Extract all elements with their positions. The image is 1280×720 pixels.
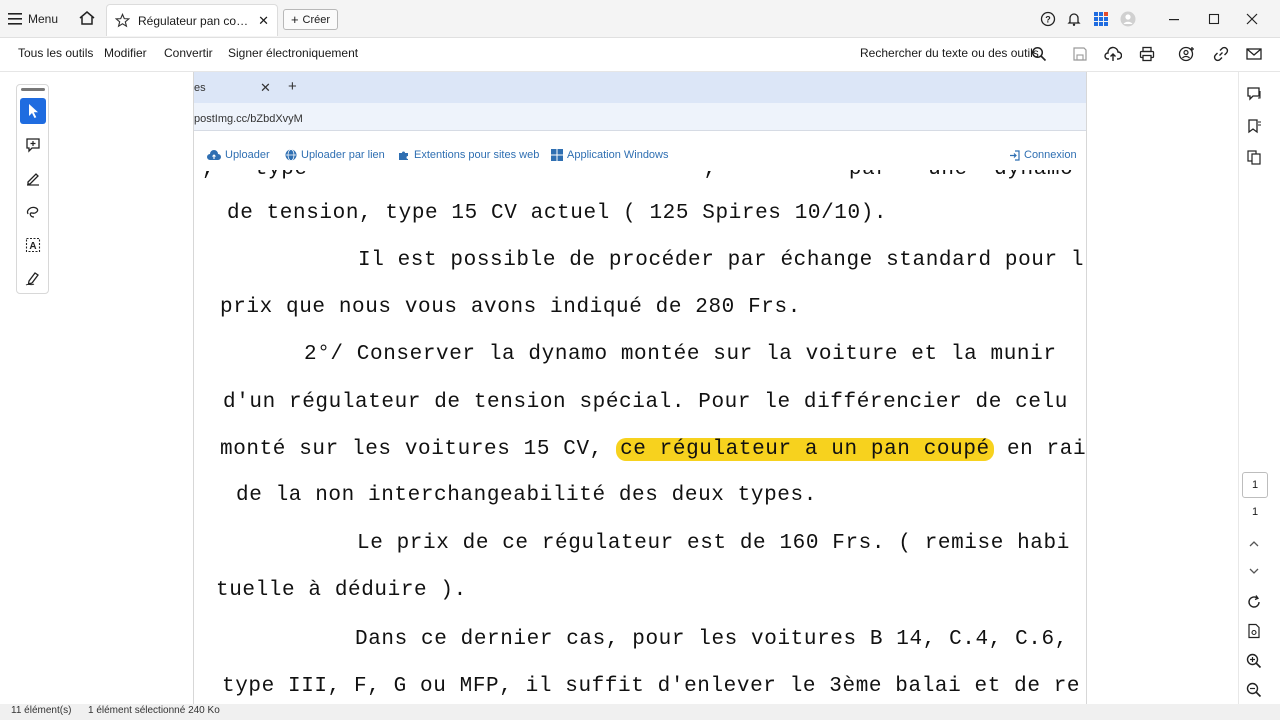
embedded-browser-tabbar	[194, 72, 1086, 103]
plus-icon: +	[290, 12, 299, 27]
cloud-upload-icon	[207, 149, 221, 160]
doc-line-2: Il est possible de procéder par échange …	[358, 249, 1085, 272]
highlighted-text: ce régulateur a un pan coupé	[616, 438, 994, 461]
doc-line-5: d'un régulateur de tension spécial. Pour…	[223, 391, 1068, 414]
share-user-icon[interactable]	[1177, 44, 1197, 64]
search-tools-label[interactable]: Rechercher du texte ou des outils	[860, 46, 1039, 60]
cloud-upload-icon[interactable]	[1103, 44, 1123, 64]
doc-line-11: type III, F, G ou MFP, il suffit d'enlev…	[222, 675, 1081, 698]
all-tools-menu[interactable]: Tous les outils	[18, 46, 93, 60]
doc-line-3: prix que nous vous avons indiqué de 280 …	[220, 296, 801, 319]
svg-text:?: ?	[1045, 15, 1051, 25]
item-count: 11 élément(s)	[11, 705, 72, 716]
doc-line-1: de tension, type 15 CV actuel ( 125 Spir…	[227, 202, 888, 225]
embedded-nav-extensions-label: Extentions pour sites web	[414, 149, 540, 161]
globe-icon	[285, 149, 297, 161]
add-comment-tool[interactable]	[20, 132, 46, 158]
zoom-out-icon[interactable]	[1244, 680, 1264, 700]
link-icon[interactable]	[1211, 44, 1231, 64]
create-label: Créer	[302, 13, 331, 26]
pen-icon	[27, 173, 39, 186]
embedded-tab-close-icon: ✕	[260, 80, 271, 95]
email-icon[interactable]	[1244, 44, 1264, 64]
login-icon	[1010, 149, 1020, 161]
search-icon[interactable]	[1029, 44, 1049, 64]
doc-line-6-a: monté sur les voitures 15 CV,	[220, 438, 603, 461]
page-number-input[interactable]: 1	[1242, 472, 1268, 498]
embedded-url: postImg.cc/bZbdXvyM	[194, 113, 303, 125]
text-tool[interactable]: A	[20, 232, 46, 258]
sign-tool[interactable]	[20, 265, 46, 291]
embedded-nav-uploader-link: Uploader par lien	[285, 149, 385, 161]
apps-grid-icon[interactable]	[1092, 10, 1110, 28]
page-total: 1	[1251, 506, 1259, 518]
copy-pages-icon[interactable]	[1244, 147, 1264, 167]
embedded-nav-uploader-link-label: Uploader par lien	[301, 149, 385, 161]
comment-add-icon	[26, 138, 40, 153]
cursor-icon	[29, 104, 38, 118]
convert-menu[interactable]: Convertir	[164, 46, 213, 60]
e-sign-menu[interactable]: Signer électroniquement	[228, 46, 358, 60]
maximize-icon[interactable]	[1200, 6, 1228, 32]
bookmarks-icon[interactable]	[1244, 116, 1264, 136]
windows-icon	[551, 149, 563, 161]
help-icon[interactable]: ?	[1039, 10, 1057, 28]
document-tab[interactable]: Régulateur pan coupé... ✕	[106, 4, 278, 36]
embedded-tab-text: es	[194, 82, 206, 94]
save-icon[interactable]	[1070, 44, 1090, 64]
create-button[interactable]: + Créer	[283, 9, 338, 30]
select-tool[interactable]	[20, 98, 46, 124]
embedded-nav-windows-app-label: Application Windows	[567, 149, 669, 161]
embedded-nav-extensions: Extentions pour sites web	[398, 149, 539, 161]
doc-line-8: Le prix de ce régulateur est de 160 Frs.…	[357, 532, 1070, 555]
home-icon[interactable]	[78, 9, 98, 29]
tab-close-icon[interactable]: ✕	[258, 13, 269, 29]
panel-grip-handle[interactable]	[21, 88, 45, 91]
print-icon[interactable]	[1137, 44, 1157, 64]
embedded-url-bar	[194, 103, 1086, 131]
doc-line-9: tuelle à déduire ).	[216, 579, 467, 602]
edit-menu[interactable]: Modifier	[104, 46, 147, 60]
comments-icon[interactable]	[1244, 84, 1264, 104]
doc-line-10: Dans ce dernier cas, pour les voitures B…	[355, 628, 1068, 651]
embedded-new-tab-icon: +	[288, 78, 297, 95]
document-settings-icon[interactable]	[1244, 621, 1264, 641]
freehand-icon	[26, 206, 39, 218]
close-window-icon[interactable]	[1238, 6, 1266, 32]
menu-button[interactable]: Menu	[8, 8, 58, 30]
embedded-nav-login: Connexion	[1009, 149, 1077, 161]
embedded-nav-login-label: Connexion	[1024, 149, 1077, 161]
draw-tool[interactable]	[20, 199, 46, 225]
tab-title: Régulateur pan coupé...	[138, 13, 250, 28]
chevron-up-icon[interactable]	[1244, 534, 1264, 554]
doc-line-4: 2°/ Conserver la dynamo montée sur la vo…	[304, 343, 1057, 366]
doc-line-6: monté sur les voitures 15 CV, ce régulat…	[220, 438, 1086, 461]
doc-line-7: de la non interchangeabilité des deux ty…	[236, 484, 817, 507]
pdf-page: es ✕ + postImg.cc/bZbdXvyM Uploader Uplo…	[193, 72, 1087, 704]
doc-line-6-b: en rai	[1006, 438, 1087, 461]
bell-icon[interactable]	[1065, 10, 1083, 28]
minimize-icon[interactable]	[1160, 6, 1188, 32]
svg-text:A: A	[29, 241, 36, 252]
zoom-in-icon[interactable]	[1244, 651, 1264, 671]
text-box-icon: A	[25, 237, 41, 253]
highlight-tool[interactable]	[20, 165, 46, 191]
avatar[interactable]	[1119, 10, 1137, 28]
signature-pen-icon	[25, 272, 39, 286]
status-bar: 11 élément(s) 1 élément sélectionné 240 …	[0, 704, 1280, 720]
menu-label: Menu	[28, 12, 59, 26]
refresh-icon[interactable]	[1244, 592, 1264, 612]
hamburger-icon	[8, 13, 22, 25]
star-icon[interactable]	[115, 13, 130, 28]
chevron-down-icon[interactable]	[1244, 561, 1264, 581]
embedded-nav-windows-app: Application Windows	[551, 149, 669, 161]
puzzle-icon	[399, 151, 408, 160]
selection-info: 1 élément sélectionné 240 Ko	[88, 705, 220, 716]
embedded-nav-uploader: Uploader	[207, 149, 270, 161]
embedded-nav-uploader-label: Uploader	[225, 149, 270, 161]
